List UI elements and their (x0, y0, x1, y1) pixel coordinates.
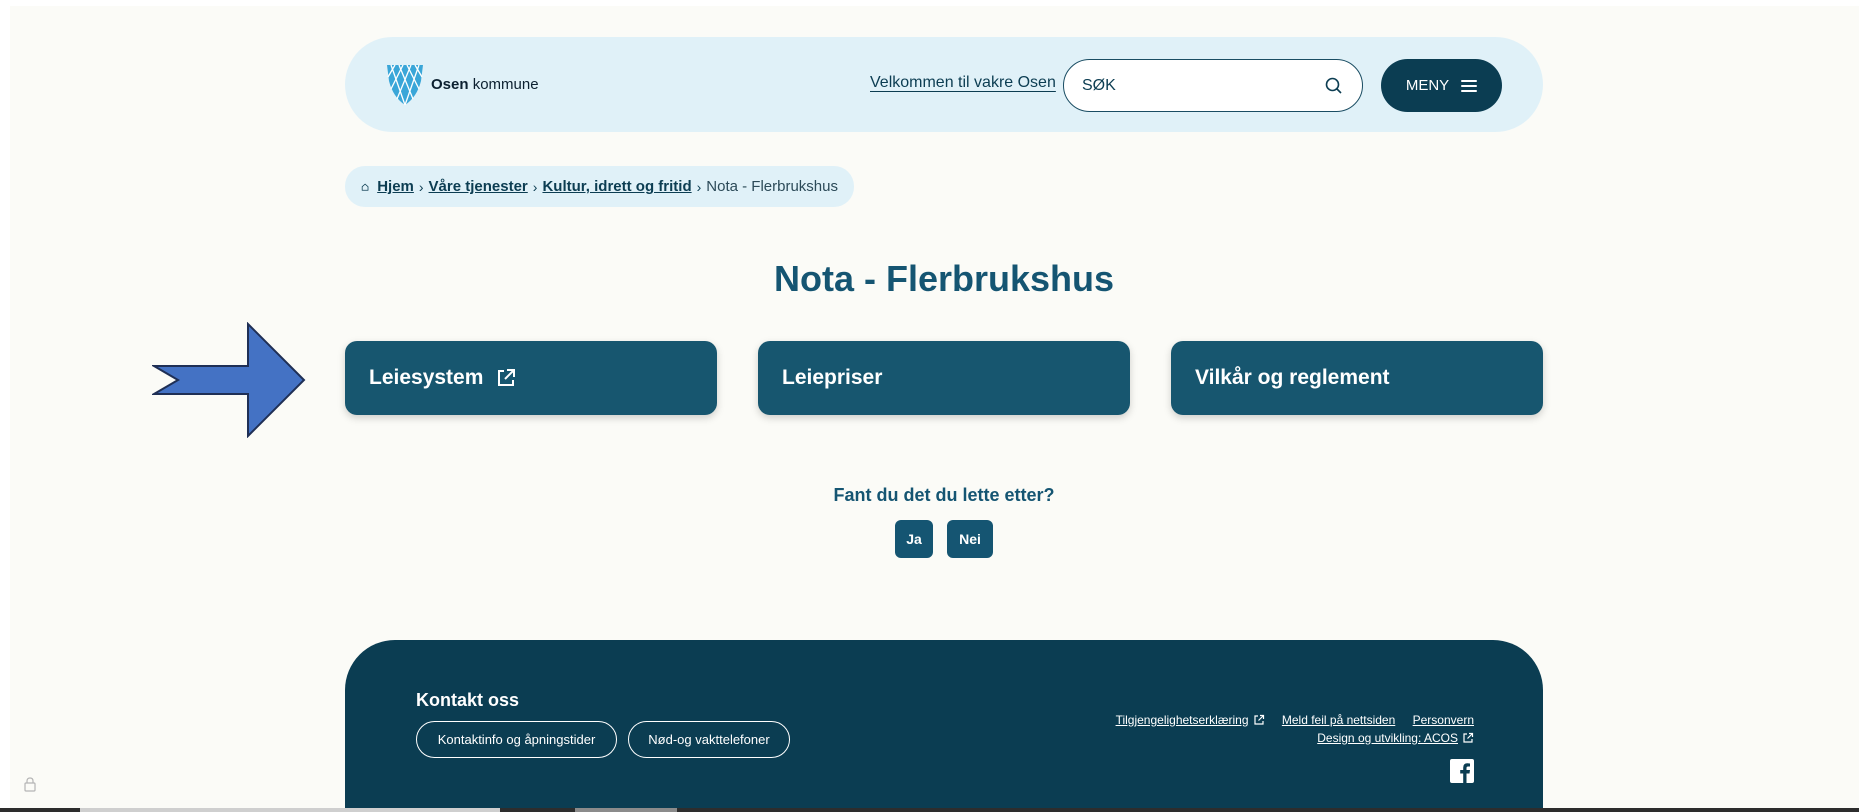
site-header: Osen kommune Velkommen til vakre Osen ME… (345, 37, 1543, 132)
footer-heading: Kontakt oss (416, 690, 520, 710)
bottom-taskbar (0, 808, 1859, 812)
search-box[interactable] (1063, 59, 1363, 112)
feedback-question: Fant du det du lette etter? (833, 485, 1055, 505)
left-edge (0, 0, 10, 812)
logo-text: Osen kommune (431, 76, 539, 93)
card-leiepriser[interactable]: Leiepriser (758, 341, 1130, 415)
menu-label: MENY (1405, 77, 1450, 94)
search-icon[interactable] (1324, 76, 1344, 96)
site-footer: Kontakt oss Kontaktinfo og åpningstider … (345, 640, 1543, 812)
footer-links: Tilgjengelighetserklæring Meld feil på n… (1102, 711, 1474, 747)
card-label: Leiesystem (369, 366, 484, 389)
external-link-icon (1463, 732, 1474, 743)
accessibility-link[interactable]: Tilgjengelighetserklæring (1116, 711, 1265, 729)
card-label: Vilkår og reglement (1195, 366, 1390, 389)
feedback-yes-button[interactable]: Ja (895, 520, 933, 558)
breadcrumb-separator: › (696, 178, 702, 195)
card-label: Leiepriser (782, 366, 883, 389)
external-link-icon (498, 369, 516, 386)
emergency-phones-button[interactable]: Nød-og vakttelefoner (628, 721, 790, 758)
facebook-icon[interactable] (1450, 759, 1474, 783)
lock-icon (24, 777, 36, 792)
hamburger-icon (1461, 79, 1478, 92)
search-input[interactable] (1082, 76, 1324, 95)
taskbar-item (575, 808, 677, 812)
breadcrumb-home[interactable]: Hjem (377, 178, 414, 195)
site-logo[interactable]: Osen kommune (385, 61, 539, 107)
taskbar-item (80, 808, 500, 812)
welcome-link[interactable]: Velkommen til vakre Osen (870, 74, 1056, 92)
breadcrumb-culture[interactable]: Kultur, idrett og fritid (542, 178, 691, 195)
breadcrumb-services[interactable]: Våre tjenester (429, 178, 528, 195)
breadcrumb-separator: › (418, 178, 424, 195)
arrow-right-icon (152, 322, 306, 438)
page-title: Nota - Flerbrukshus (773, 258, 1115, 299)
home-icon (361, 183, 369, 191)
contact-info-button[interactable]: Kontaktinfo og åpningstider (416, 721, 617, 758)
feedback-no-button[interactable]: Nei (947, 520, 993, 558)
external-link-icon (1253, 714, 1264, 725)
logo-shield-icon (387, 64, 423, 106)
top-edge (0, 0, 1859, 6)
breadcrumb-current: Nota - Flerbrukshus (706, 178, 838, 195)
breadcrumb-separator: › (532, 178, 538, 195)
report-error-link[interactable]: Meld feil på nettsiden (1282, 711, 1395, 729)
menu-button[interactable]: MENY (1381, 59, 1502, 112)
card-leiesystem[interactable]: Leiesystem (345, 341, 717, 415)
design-credit-link[interactable]: Design og utvikling: ACOS (1317, 729, 1474, 747)
logo-brand: Osen (431, 75, 469, 93)
breadcrumb: Hjem › Våre tjenester › Kultur, idrett o… (345, 166, 854, 207)
logo-suffix: kommune (472, 75, 539, 93)
card-vilkar[interactable]: Vilkår og reglement (1171, 341, 1543, 415)
privacy-link[interactable]: Personvern (1413, 711, 1474, 729)
